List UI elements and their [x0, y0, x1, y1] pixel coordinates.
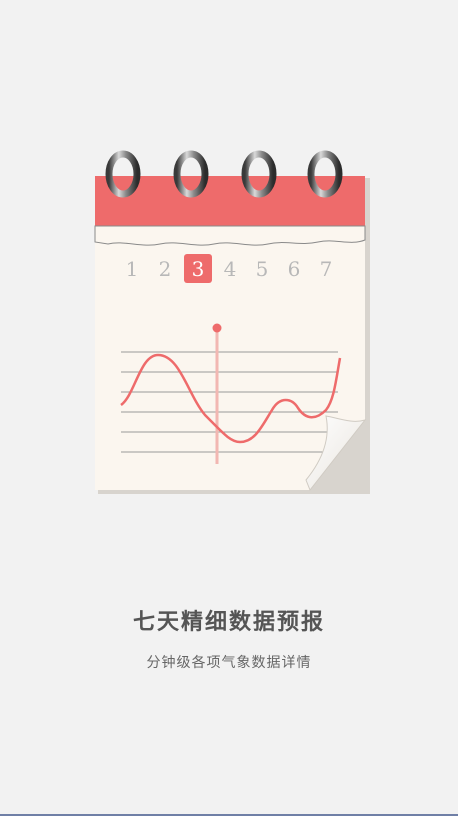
- calendar-illustration: 1 2 3 4 5 6 7: [94, 150, 370, 494]
- intro-subtitle: 分钟级各项气象数据详情: [146, 655, 312, 671]
- time-marker-dot: [212, 323, 222, 333]
- day-number: 2: [159, 257, 172, 281]
- day-number: 4: [224, 257, 237, 281]
- day-number-selected: 3: [192, 257, 205, 281]
- day-number: 1: [126, 257, 139, 281]
- day-number: 6: [288, 257, 301, 281]
- intro-title: 七天精细数据预报: [132, 610, 325, 635]
- day-number: 5: [256, 257, 269, 281]
- day-number: 7: [320, 257, 333, 281]
